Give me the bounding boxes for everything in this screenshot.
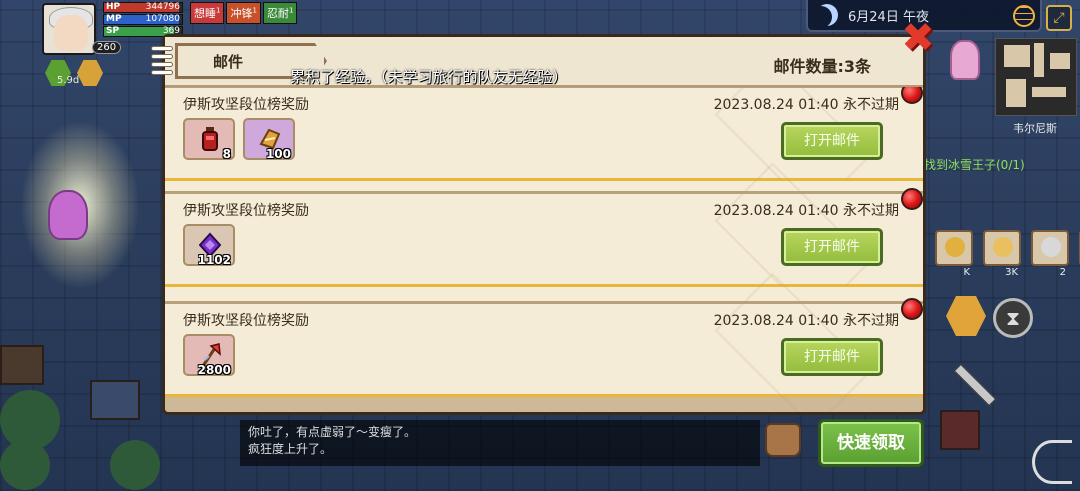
mail-title: 伊斯攻坚段位榜奖励 — [183, 203, 309, 219]
notebook-spiral-icon — [151, 43, 177, 85]
crate-sprite — [0, 345, 44, 385]
hp-bar: HP 344796 — [103, 2, 183, 13]
player-character — [48, 190, 88, 240]
reward-list: 8 100 — [183, 118, 295, 161]
quick-claim-button[interactable]: 快速领取 — [818, 419, 924, 467]
mail-item[interactable]: 伊斯攻坚段位榜奖励 2023.08.24 01:40 永不过期 8 100 打开… — [165, 87, 923, 214]
buff-endure[interactable]: 忍耐1 — [262, 2, 298, 24]
chat-line: 你吐了，有点虚弱了～变瘦了。 — [248, 425, 417, 439]
mp-label: MP — [106, 14, 122, 24]
reward-qty: 1102 — [197, 253, 231, 267]
reward-list: 2800 — [183, 334, 235, 377]
chat-log: 你吐了，有点虚弱了～变瘦了。 疯狂度上升了。 — [240, 420, 760, 466]
hp-value: 344796 — [145, 2, 180, 12]
mail-count: 邮件数量:3条 — [773, 57, 871, 76]
open-mail-button[interactable]: 打开邮件 — [781, 338, 883, 376]
tab-mail-label: 邮件 — [213, 53, 244, 71]
bow-icon[interactable] — [1032, 440, 1072, 484]
reward-item[interactable]: 100 — [243, 118, 295, 161]
chat-line: 疯狂度上升了。 — [248, 442, 333, 456]
minimap[interactable] — [995, 38, 1077, 116]
mail-item[interactable]: 伊斯攻坚段位榜奖励 2023.08.24 01:40 永不过期 1102 打开邮… — [165, 162, 923, 320]
moon-icon — [816, 4, 838, 26]
mail-divider — [165, 287, 923, 301]
speed-value: 5.9d — [57, 75, 80, 86]
buff-charge[interactable]: 冲锋1 — [226, 2, 261, 24]
quick-slot[interactable]: K — [935, 230, 973, 278]
reward-item[interactable]: 2800 — [183, 334, 235, 377]
player-portrait[interactable] — [42, 3, 96, 55]
expand-map-button[interactable]: ⤢ — [1046, 5, 1072, 31]
mp-bar: MP 107080 — [103, 14, 183, 25]
mail-date: 2023.08.24 01:40 永不过期 — [713, 203, 899, 219]
sp-label: SP — [106, 26, 120, 36]
npc-character — [950, 40, 980, 80]
hourglass-icon[interactable]: ⧗ — [993, 298, 1033, 338]
mail-date: 2023.08.24 01:40 永不过期 — [713, 97, 899, 113]
player-level: 260 — [92, 41, 122, 54]
quest-tracker[interactable]: 找到冰雪王子(0/1) — [924, 156, 1025, 173]
building-sprite — [90, 380, 140, 420]
tree-sprite — [0, 440, 50, 490]
reward-qty: 8 — [222, 147, 231, 161]
mail-panel: 邮件 邮件数量:3条 伊斯攻坚段位榜奖励 2023.08.24 01:40 永不… — [151, 34, 926, 415]
mail-title: 伊斯攻坚段位榜奖励 — [183, 313, 309, 329]
close-icon[interactable]: ✖ — [898, 18, 938, 58]
unread-dot-icon — [901, 298, 923, 320]
reward-qty: 2800 — [197, 363, 231, 377]
reward-qty: 100 — [265, 147, 291, 161]
open-mail-button[interactable]: 打开邮件 — [781, 228, 883, 266]
quick-slot[interactable]: 3K — [983, 230, 1021, 278]
buff-sleepy[interactable]: 想睡1 — [190, 2, 225, 24]
reward-item[interactable]: 1102 — [183, 224, 235, 267]
unread-dot-icon — [901, 87, 923, 104]
quick-slot[interactable]: 2 — [1031, 230, 1069, 278]
hp-label: HP — [106, 2, 121, 12]
mp-value: 107080 — [145, 14, 180, 24]
bag-icon[interactable] — [765, 423, 801, 457]
red-potion-icon — [202, 127, 218, 151]
globe-icon[interactable] — [1013, 5, 1035, 27]
region-name: 韦尔尼斯 — [1013, 122, 1057, 135]
mail-date: 2023.08.24 01:40 永不过期 — [713, 313, 899, 329]
experience-toast: 累积了经验。（未学习旅行的队友无经验） — [290, 68, 568, 86]
building-sprite — [940, 410, 980, 450]
tree-sprite — [110, 440, 160, 490]
mail-item[interactable]: 伊斯攻坚段位榜奖励 2023.08.24 01:40 永不过期 2800 打开邮… — [165, 272, 923, 412]
reward-list: 1102 — [183, 224, 235, 267]
reward-item[interactable]: 8 — [183, 118, 235, 161]
mail-title: 伊斯攻坚段位榜奖励 — [183, 97, 309, 113]
open-mail-button[interactable]: 打开邮件 — [781, 122, 883, 160]
portrait-face — [54, 15, 88, 51]
gold-hex-icon[interactable] — [77, 60, 103, 86]
quick-slots: K 3K 2 — [935, 230, 1080, 278]
status-bars: HP 344796 MP 107080 SP 369 — [103, 2, 183, 38]
unread-dot-icon — [901, 188, 923, 210]
mail-list[interactable]: 伊斯攻坚段位榜奖励 2023.08.24 01:40 永不过期 8 100 打开… — [165, 87, 923, 412]
buff-list: 想睡1 冲锋1 忍耐1 — [190, 2, 298, 24]
